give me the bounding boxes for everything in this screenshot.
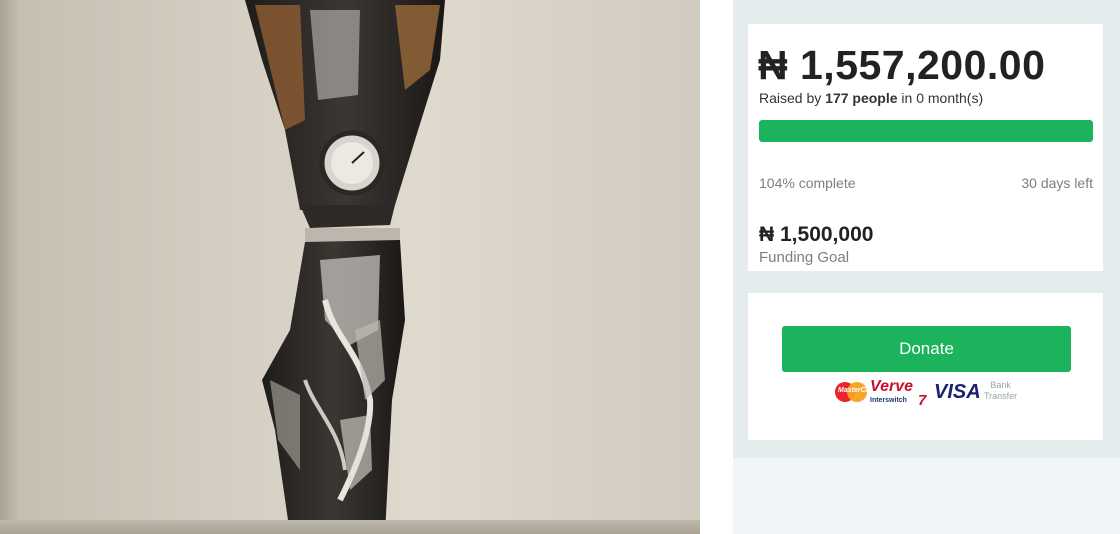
funding-progress-fill bbox=[759, 120, 1093, 142]
floor-strip bbox=[0, 520, 700, 534]
prosthetic-leg-image bbox=[245, 0, 445, 534]
raised-suffix: in 0 month(s) bbox=[897, 90, 984, 106]
amount-raised: ₦ 1,557,200.00 bbox=[758, 42, 1046, 88]
verve-icon: Verve Interswitch 7 bbox=[870, 378, 930, 412]
raised-prefix: Raised by bbox=[759, 90, 826, 106]
bank-transfer-icon: Bank Transfer bbox=[984, 380, 1017, 402]
donate-button[interactable]: Donate bbox=[782, 326, 1071, 372]
days-left: 30 days left bbox=[1021, 175, 1093, 191]
raised-by-text: Raised by 177 people in 0 month(s) bbox=[759, 90, 983, 106]
funding-stats-card: ₦ 1,557,200.00 Raised by 177 people in 0… bbox=[748, 24, 1103, 271]
raised-people-count: 177 people bbox=[825, 90, 898, 106]
funding-goal-label: Funding Goal bbox=[759, 249, 850, 266]
interswitch-mark: 7 bbox=[918, 392, 927, 409]
percent-complete: 104% complete bbox=[759, 175, 856, 191]
visa-icon: VISA bbox=[934, 381, 981, 403]
gutter bbox=[700, 0, 733, 534]
payment-methods: MasterCard Verve Interswitch 7 VISA Bank… bbox=[834, 378, 1034, 412]
verve-text: Verve bbox=[870, 378, 913, 395]
interswitch-text: Interswitch bbox=[870, 397, 907, 404]
campaign-photo bbox=[0, 0, 700, 534]
donate-card: Donate MasterCard Verve Interswitch 7 VI… bbox=[748, 293, 1103, 440]
mastercard-icon: MasterCard bbox=[834, 381, 877, 403]
funding-progress-bar bbox=[759, 120, 1093, 142]
bank-line-2: Transfer bbox=[984, 391, 1018, 401]
funding-goal-amount: ₦ 1,500,000 bbox=[759, 223, 874, 246]
bank-line-1: Bank bbox=[990, 380, 1011, 390]
funding-sidebar: ₦ 1,557,200.00 Raised by 177 people in 0… bbox=[733, 0, 1120, 458]
